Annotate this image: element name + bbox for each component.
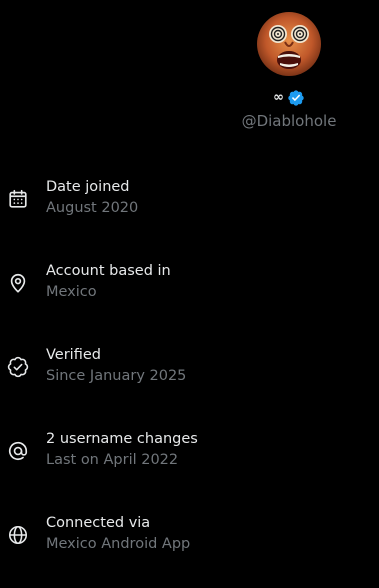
profile-header: ∞ @Diablohole [220,8,358,131]
info-title: Verified [46,347,101,363]
info-item-connected-via: Connected via Mexico Android App [0,504,379,588]
globe-icon [7,524,29,546]
info-subtitle: August 2020 [46,200,139,216]
info-item-date-joined: Date joined August 2020 [0,168,379,252]
verified-check-icon [7,356,29,378]
info-subtitle: Since January 2025 [46,368,187,384]
verified-badge-icon [287,89,305,107]
at-sign-icon [7,440,29,462]
info-item-account-based-in: Account based in Mexico [0,252,379,336]
info-item-verified: Verified Since January 2025 [0,336,379,420]
info-subtitle: Mexico [46,284,97,300]
info-subtitle: Mexico Android App [46,536,191,552]
info-title: Account based in [46,263,171,279]
display-name: ∞ [273,90,284,105]
info-title: Date joined [46,179,130,195]
info-title: Connected via [46,515,151,531]
info-item-username-changes: 2 username changes Last on April 2022 [0,420,379,504]
avatar[interactable] [257,12,321,76]
account-info-list: Date joined August 2020 Account based in… [0,168,379,588]
info-subtitle: Last on April 2022 [46,452,179,468]
user-handle: @Diablohole [241,112,337,130]
display-name-row: ∞ [220,88,358,108]
location-pin-icon [7,272,29,294]
info-title: 2 username changes [46,431,198,447]
calendar-icon [7,188,29,210]
